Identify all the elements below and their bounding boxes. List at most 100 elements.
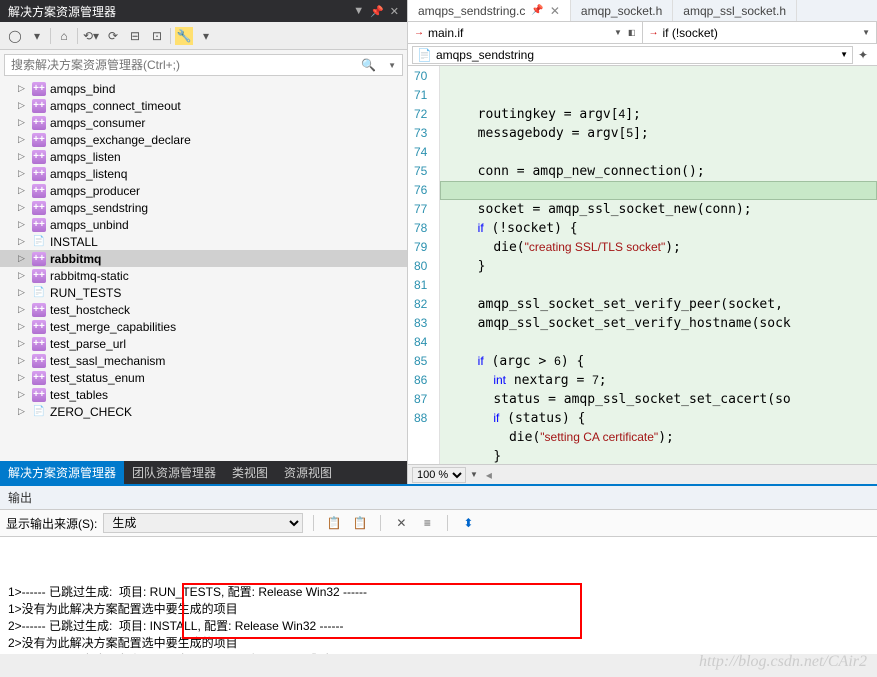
tree-item[interactable]: ▷++test_status_enum	[0, 369, 407, 386]
chevron-down-icon[interactable]: ▼	[614, 28, 622, 37]
tree-item[interactable]: ▷++rabbitmq-static	[0, 267, 407, 284]
expander-icon[interactable]: ▷	[18, 185, 28, 196]
tree-item[interactable]: ▷++amqps_sendstring	[0, 199, 407, 216]
pin-icon[interactable]: 📌	[370, 5, 384, 18]
wrap-icon[interactable]: ≡	[417, 514, 437, 532]
chevron-down-icon[interactable]: ▼	[840, 50, 848, 59]
tree-item[interactable]: ▷++test_merge_capabilities	[0, 318, 407, 335]
goto-icon[interactable]: 📋	[350, 514, 370, 532]
tree-item[interactable]: ▷++test_parse_url	[0, 335, 407, 352]
tree-item[interactable]: ▷++test_hostcheck	[0, 301, 407, 318]
tree-item[interactable]: ▷📄INSTALL	[0, 233, 407, 250]
bottom-tab[interactable]: 资源视图	[276, 461, 340, 484]
expander-icon[interactable]: ▷	[18, 406, 28, 417]
split-icon[interactable]: ◧	[628, 28, 636, 37]
code-area[interactable]: 70717273747576777879808182838485868788 r…	[408, 66, 877, 464]
show-all-icon[interactable]: ⊡	[148, 27, 166, 45]
expander-icon[interactable]: ▷	[18, 338, 28, 349]
code-content[interactable]: routingkey = argv[4]; messagebody = argv…	[440, 66, 877, 464]
close-icon[interactable]: ✕	[550, 4, 560, 18]
breadcrumb[interactable]: 📄 amqps_sendstring ▼	[412, 46, 853, 64]
tree-item[interactable]: ▷++rabbitmq	[0, 250, 407, 267]
expander-icon[interactable]: ▷	[18, 287, 28, 298]
tree-item-label: test_tables	[50, 388, 108, 402]
tree-item[interactable]: ▷++amqps_connect_timeout	[0, 97, 407, 114]
pin-icon[interactable]: 📌	[531, 5, 543, 16]
tree-item[interactable]: ▷📄ZERO_CHECK	[0, 403, 407, 420]
tree-item[interactable]: ▷++amqps_listen	[0, 148, 407, 165]
bottom-tab[interactable]: 团队资源管理器	[124, 461, 224, 484]
properties-icon[interactable]: 🔧	[175, 27, 193, 45]
tree-item[interactable]: ▷++amqps_consumer	[0, 114, 407, 131]
tree-item-label: test_sasl_mechanism	[50, 354, 165, 368]
expander-icon[interactable]: ▷	[18, 372, 28, 383]
solution-tree[interactable]: ▷++amqps_bind▷++amqps_connect_timeout▷++…	[0, 80, 407, 461]
expander-icon[interactable]: ▷	[18, 355, 28, 366]
tree-item[interactable]: ▷ 📄 RUN_TESTS	[0, 284, 407, 301]
expander-icon[interactable]: ▷	[18, 304, 28, 315]
tree-item[interactable]: ▷ ++ test_tables	[0, 386, 407, 403]
collapse-icon[interactable]: ⊟	[126, 27, 144, 45]
cpp-icon: ++	[32, 388, 46, 402]
expander-icon[interactable]: ▷	[18, 321, 28, 332]
expander-icon[interactable]: ▷	[18, 270, 28, 281]
nav-scope[interactable]: → main.if ▼ ◧	[408, 22, 643, 43]
home-icon[interactable]: ⌂	[55, 27, 73, 45]
expander-icon[interactable]: ▷	[18, 168, 28, 179]
clear-icon[interactable]: ✕	[391, 514, 411, 532]
txt-icon: 📄	[32, 286, 46, 300]
expander-icon[interactable]: ▷	[18, 83, 28, 94]
search-icon[interactable]: 🔍	[355, 58, 382, 72]
expander-icon[interactable]: ▷	[18, 253, 28, 264]
close-icon[interactable]: ✕	[390, 5, 399, 18]
zoom-select[interactable]: 100 %	[412, 467, 466, 483]
line-number: 72	[414, 105, 427, 124]
line-number: 86	[414, 371, 427, 390]
search-dropdown-icon[interactable]: ▼	[382, 61, 402, 70]
tree-item-label: RUN_TESTS	[50, 286, 121, 300]
back-icon[interactable]: ◯	[6, 27, 24, 45]
search-box[interactable]: 🔍 ▼	[4, 54, 403, 76]
tree-item[interactable]: ▷++amqps_bind	[0, 80, 407, 97]
solution-toolbar: ◯ ▾ ⌂ ⟲▾ ⟳ ⊟ ⊡ 🔧 ▾	[0, 22, 407, 50]
tree-item[interactable]: ▷++test_sasl_mechanism	[0, 352, 407, 369]
search-input[interactable]	[5, 56, 355, 74]
tree-item[interactable]: ▷++amqps_exchange_declare	[0, 131, 407, 148]
dropdown-icon[interactable]: ▼	[353, 5, 364, 18]
tree-item[interactable]: ▷++amqps_producer	[0, 182, 407, 199]
output-content[interactable]: 1>------ 已跳过生成: 项目: RUN_TESTS, 配置: Relea…	[0, 537, 877, 654]
more-icon[interactable]: ▾	[197, 27, 215, 45]
nav-member[interactable]: → if (!socket) ▼	[643, 22, 877, 43]
toggle-icon[interactable]: ⬍	[458, 514, 478, 532]
expander-icon[interactable]: ▷	[18, 100, 28, 111]
expander-icon[interactable]: ▷	[18, 151, 28, 162]
line-number: 79	[414, 238, 427, 257]
nav-member-label: if (!socket)	[663, 26, 718, 40]
tree-item[interactable]: ▷++amqps_listenq	[0, 165, 407, 182]
output-source-select[interactable]: 生成	[103, 513, 303, 533]
expander-icon[interactable]: ▷	[18, 202, 28, 213]
file-tab[interactable]: amqp_socket.h	[571, 0, 673, 21]
expander-icon[interactable]: ▷	[18, 117, 28, 128]
bottom-tab[interactable]: 类视图	[224, 461, 276, 484]
chevron-down-icon[interactable]: ▼	[862, 28, 870, 37]
tree-item[interactable]: ▷++amqps_unbind	[0, 216, 407, 233]
expander-icon[interactable]: ▷	[18, 219, 28, 230]
file-tab[interactable]: amqp_ssl_socket.h	[673, 0, 797, 21]
forward-icon[interactable]: ▾	[28, 27, 46, 45]
file-tab[interactable]: amqps_sendstring.c📌✕	[408, 0, 571, 21]
nav-plus-icon[interactable]: ✦	[853, 48, 873, 62]
find-icon[interactable]: 📋	[324, 514, 344, 532]
expander-icon[interactable]: ▷	[18, 389, 28, 400]
zoom-dropdown-icon[interactable]: ▼	[470, 470, 478, 479]
tree-item-label: amqps_bind	[50, 82, 115, 96]
tree-item-label: test_status_enum	[50, 371, 145, 385]
tree-item-label: rabbitmq-static	[50, 269, 129, 283]
line-number: 73	[414, 124, 427, 143]
sync-icon[interactable]: ⟲▾	[82, 27, 100, 45]
expander-icon[interactable]: ▷	[18, 236, 28, 247]
refresh-icon[interactable]: ⟳	[104, 27, 122, 45]
bottom-tab[interactable]: 解决方案资源管理器	[0, 461, 124, 484]
expander-icon[interactable]: ▷	[18, 134, 28, 145]
highlight-box	[182, 583, 582, 639]
